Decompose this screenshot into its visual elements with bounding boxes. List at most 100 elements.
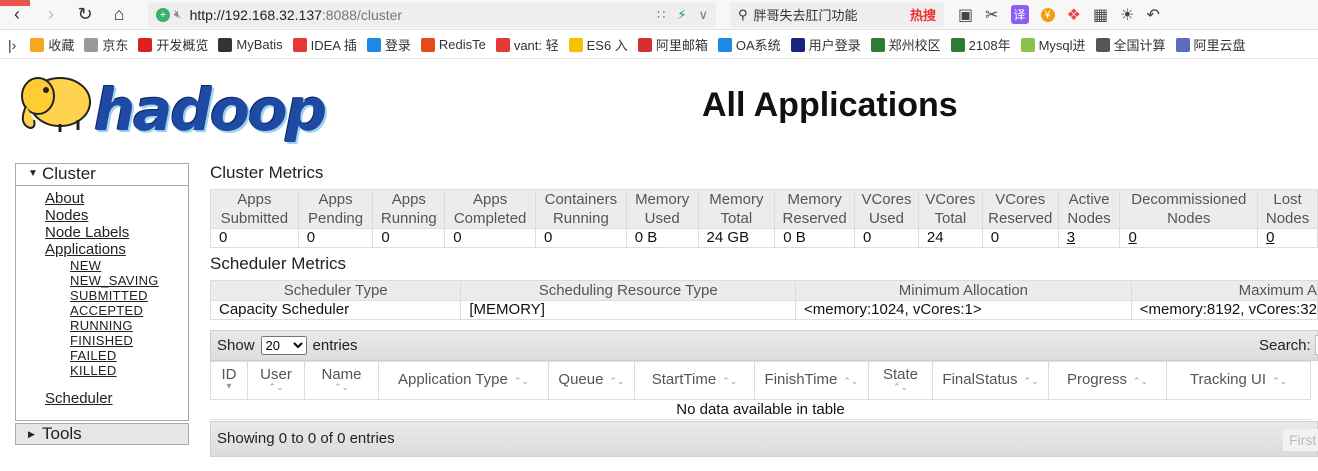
mute-icon[interactable]: 🔇︎: [174, 7, 182, 22]
mybatis-icon: [218, 37, 233, 52]
bookmark-item[interactable]: OA系统: [717, 35, 781, 54]
nav-link-submitted[interactable]: SUBMITTED: [70, 288, 188, 303]
nav-link-applications[interactable]: Applications: [45, 241, 188, 258]
sort-icon[interactable]: ⌃⌄: [1023, 376, 1038, 386]
chevron-down-icon[interactable]: ∨: [698, 7, 708, 23]
nav-link-killed[interactable]: KILLED: [70, 363, 188, 378]
forward-icon[interactable]: ›: [34, 2, 68, 28]
cluster-metric-link[interactable]: 0: [1128, 229, 1136, 246]
bookmark-item[interactable]: 开发概览: [138, 35, 208, 54]
sort-icon[interactable]: ⌃⌄: [309, 383, 374, 392]
bookmark-item[interactable]: 阿里邮箱: [637, 35, 708, 54]
bookmark-item[interactable]: 京东: [84, 35, 128, 54]
gamepad-icon[interactable]: ❖: [1067, 5, 1081, 25]
column-header[interactable]: ID ▾: [210, 361, 248, 400]
bookmark-item[interactable]: 登录: [366, 35, 411, 54]
grid-icon[interactable]: ∷: [657, 7, 665, 23]
column-header[interactable]: FinishTime ⌃⌄: [754, 361, 869, 400]
bookmark-item[interactable]: ES6 入: [568, 35, 628, 54]
address-bar[interactable]: + 🔇︎ http://192.168.32.137:8088/cluster …: [148, 1, 716, 28]
sort-icon[interactable]: ⌃⌄: [514, 376, 529, 386]
header-line: Used: [644, 210, 680, 227]
bolt-icon[interactable]: ⚡︎: [677, 7, 686, 23]
cluster-metric-value: 0: [1119, 228, 1259, 248]
undo-icon[interactable]: ↶: [1146, 5, 1159, 25]
bookmark-item[interactable]: Mysql进: [1020, 35, 1086, 54]
g-icon: [495, 37, 510, 52]
table-info-bar: Showing 0 to 0 of 0 entries First: [210, 421, 1318, 457]
empty-table-message: No data available in table: [210, 399, 1311, 420]
column-header[interactable]: Progress ⌃⌄: [1048, 361, 1167, 400]
reload-icon[interactable]: ↻: [68, 2, 102, 28]
column-header[interactable]: Queue ⌃⌄: [548, 361, 635, 400]
column-label: User: [260, 366, 292, 383]
nav-link-nodes[interactable]: Nodes: [45, 207, 188, 224]
column-header[interactable]: Application Type ⌃⌄: [378, 361, 549, 400]
c-icon: [717, 37, 732, 52]
cluster-metric-link[interactable]: 0: [1266, 229, 1274, 246]
hot-search-label[interactable]: 热搜: [910, 5, 936, 24]
nav-link-accepted[interactable]: ACCEPTED: [70, 303, 188, 318]
sort-icon[interactable]: ⌃⌄: [252, 383, 300, 392]
applications-table: ID ▾ User ⌃⌄ Name ⌃⌄ Application Type ⌃⌄ Queue ⌃⌄…: [210, 361, 1311, 420]
bookmark-item[interactable]: 全国计算: [1095, 35, 1166, 54]
reader-icon[interactable]: ▣: [958, 5, 973, 25]
page-size-select[interactable]: 20: [260, 336, 307, 355]
bookmark-item[interactable]: RedisTe: [420, 37, 486, 52]
column-label: StartTime: [651, 371, 717, 388]
header-line: Containers: [544, 191, 618, 208]
browser-search-box[interactable]: ⚲ 胖哥失去肛门功能 热搜: [730, 1, 944, 28]
sidebar-toggle-icon[interactable]: |›: [8, 37, 16, 53]
sort-icon[interactable]: ⌃⌄: [873, 383, 928, 392]
bookmark-item[interactable]: 郑州校区: [870, 35, 941, 54]
sort-icon[interactable]: ⌃⌄: [843, 376, 858, 386]
sort-icon[interactable]: ⌃⌄: [609, 376, 624, 386]
nav-link-running[interactable]: RUNNING: [70, 318, 188, 333]
bookmark-label: 登录: [384, 38, 411, 53]
column-header[interactable]: StartTime ⌃⌄: [634, 361, 755, 400]
home-icon[interactable]: ⌂: [102, 2, 136, 28]
nav-link-scheduler[interactable]: Scheduler: [45, 390, 188, 407]
nav-link-finished[interactable]: FINISHED: [70, 333, 188, 348]
column-header[interactable]: User ⌃⌄: [247, 361, 305, 400]
tools-nav-header[interactable]: ▶ Tools: [15, 423, 189, 445]
cluster-nav: ▼ Cluster About Nodes Node Labels Applic…: [15, 163, 189, 421]
column-header[interactable]: FinalStatus ⌃⌄: [932, 361, 1049, 400]
cluster-metric-header: Active Nodes: [1057, 189, 1121, 229]
nav-link-failed[interactable]: FAILED: [70, 348, 188, 363]
cluster-metric-header: Apps Running: [372, 189, 446, 229]
nav-link-about[interactable]: About: [45, 190, 188, 207]
column-header[interactable]: State ⌃⌄: [868, 361, 933, 400]
bookmark-item[interactable]: 2108年: [950, 35, 1011, 54]
cluster-metric-value: 0: [1257, 228, 1318, 248]
bookmark-item[interactable]: vant: 轻: [495, 35, 559, 54]
scheduler-min-value: <memory:1024, vCores:1>: [795, 300, 1132, 320]
bookmark-item[interactable]: 用户登录: [790, 35, 861, 54]
scissors-icon[interactable]: ✂︎: [985, 5, 998, 25]
column-label: Progress: [1066, 371, 1127, 388]
sort-icon[interactable]: ⌃⌄: [722, 376, 737, 386]
bookmark-item[interactable]: 阿里云盘: [1175, 35, 1246, 54]
sort-icon[interactable]: ⌃⌄: [1133, 376, 1148, 386]
cluster-metric-value: 24 GB: [697, 228, 776, 248]
bookmark-item[interactable]: IDEA 插: [292, 35, 357, 54]
column-header[interactable]: Name ⌃⌄: [304, 361, 379, 400]
bookmark-item[interactable]: 收藏: [30, 35, 74, 54]
sort-icon[interactable]: ▾: [215, 382, 243, 392]
nav-link-node-labels[interactable]: Node Labels: [45, 224, 188, 241]
cluster-metric-link[interactable]: 3: [1067, 229, 1075, 246]
wallet-icon[interactable]: ¥: [1040, 7, 1055, 22]
bookmark-item[interactable]: MyBatis: [218, 37, 283, 52]
cluster-nav-header[interactable]: ▼ Cluster: [16, 164, 188, 186]
apps-grid-icon[interactable]: ▦: [1093, 5, 1108, 25]
column-header[interactable]: Tracking UI ⌃⌄: [1166, 361, 1311, 400]
theme-icon[interactable]: ☀︎: [1120, 5, 1134, 25]
cluster-metric-value: 0 B: [774, 228, 856, 248]
bookmark-label: IDEA 插: [310, 38, 357, 53]
sort-icon[interactable]: ⌃⌄: [1272, 376, 1287, 386]
header-line: Submitted: [220, 210, 289, 227]
translate-icon[interactable]: 译: [1010, 5, 1029, 24]
nav-link-new-saving[interactable]: NEW_SAVING: [70, 273, 188, 288]
first-page-button[interactable]: First: [1283, 429, 1318, 451]
nav-link-new[interactable]: NEW: [70, 258, 188, 273]
